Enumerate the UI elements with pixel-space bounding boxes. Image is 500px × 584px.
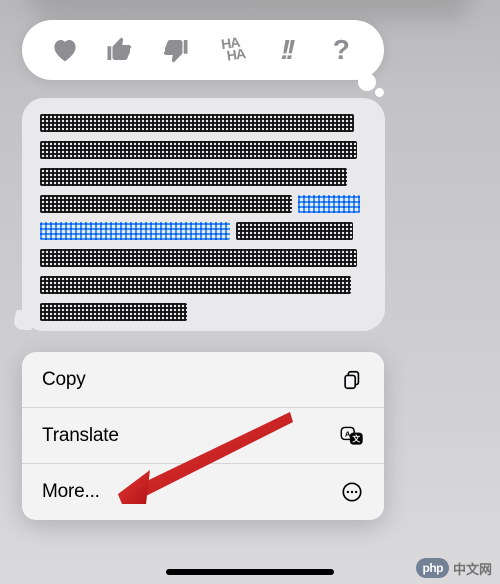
- reactions-bar-tail-small: [375, 88, 384, 97]
- redacted-text-line: [40, 168, 347, 186]
- heart-icon: [50, 35, 80, 65]
- menu-item-label: Copy: [42, 369, 86, 391]
- menu-item-label: More...: [42, 481, 100, 503]
- question-icon: ?: [333, 34, 350, 66]
- reaction-thumbs-down[interactable]: [154, 29, 196, 71]
- svg-text:文: 文: [352, 433, 360, 443]
- watermark-text: 中文网: [453, 559, 492, 578]
- redacted-text-line: [40, 249, 357, 267]
- redacted-text-line: [40, 141, 357, 159]
- home-indicator[interactable]: [166, 569, 334, 575]
- reaction-exclaim[interactable]: !!: [265, 29, 307, 71]
- redacted-text-line: [236, 222, 354, 240]
- redacted-text-line: [40, 303, 187, 321]
- reaction-haha[interactable]: HA HA: [210, 29, 252, 71]
- thumbs-up-icon: [105, 35, 135, 65]
- redacted-text-line-highlighted: [40, 222, 230, 240]
- watermark: php 中文网: [416, 558, 492, 578]
- menu-item-more[interactable]: More...: [22, 464, 384, 520]
- menu-item-translate[interactable]: Translate A 文: [22, 408, 384, 464]
- redacted-text-line: [40, 195, 292, 213]
- redacted-text-line-highlighted: [298, 195, 360, 213]
- more-icon: [340, 480, 364, 504]
- context-menu: Copy Translate A 文 More...: [22, 352, 384, 520]
- reactions-bar: HA HA !! ?: [22, 20, 384, 80]
- reactions-bar-tail: [358, 73, 376, 91]
- exclaim-icon: !!: [281, 34, 292, 66]
- message-bubble[interactable]: [22, 98, 385, 331]
- copy-icon: [340, 368, 364, 392]
- menu-item-label: Translate: [42, 425, 119, 447]
- redacted-text-line: [40, 276, 351, 294]
- reaction-thumbs-up[interactable]: [99, 29, 141, 71]
- watermark-badge: php: [416, 558, 449, 578]
- redacted-text-line: [40, 114, 354, 132]
- reaction-question[interactable]: ?: [320, 29, 362, 71]
- haha-icon: HA HA: [216, 36, 245, 63]
- blurred-background-element: [30, 0, 470, 20]
- menu-item-copy[interactable]: Copy: [22, 352, 384, 408]
- reaction-heart[interactable]: [44, 29, 86, 71]
- thumbs-down-icon: [160, 35, 190, 65]
- translate-icon: A 文: [340, 424, 364, 448]
